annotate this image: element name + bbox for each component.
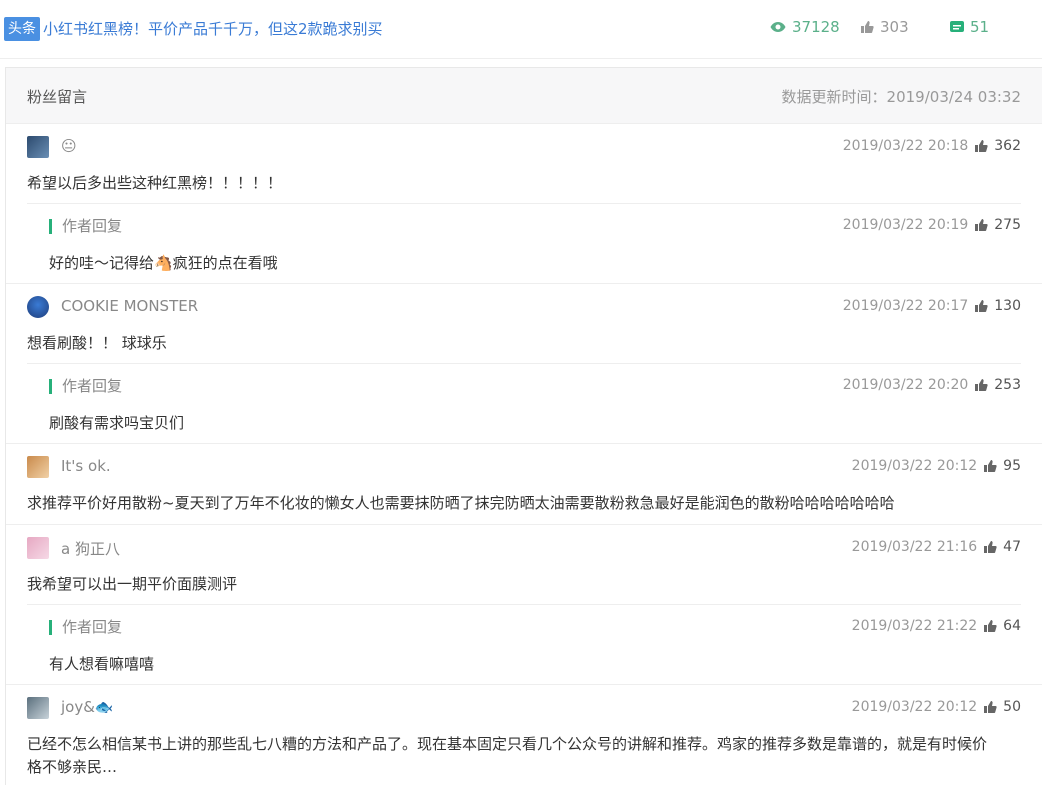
comment-item: 😐 2019/03/22 20:18 362 希望以后多出些这种红黑榜！！！！！… <box>6 124 1042 284</box>
comment-text: 已经不怎么相信某书上讲的那些乱七八糟的方法和产品了。现在基本固定只看几个公众号的… <box>27 735 988 753</box>
eye-icon <box>770 22 786 32</box>
reply-text: 有人想看嘛嘻嘻 <box>49 655 155 673</box>
update-time: 数据更新时间：2019/03/24 03:32 <box>781 88 1021 106</box>
thumbs-up-icon[interactable] <box>974 218 988 232</box>
avatar[interactable] <box>27 697 49 719</box>
comment-time: 2019/03/22 20:12 <box>851 699 978 715</box>
comment-text: 求推荐平价好用散粉~夏天到了万年不化妆的懒女人也需要抹防晒了抹完防晒太油需要散粉… <box>27 494 895 512</box>
comment-text: 想看刷酸！！ 球球乐 <box>27 334 167 352</box>
reply-meta: 2019/03/22 21:22 64 <box>852 618 1021 634</box>
likes-count: 303 <box>880 18 909 36</box>
comment-text: 希望以后多出些这种红黑榜！！！！！ <box>27 174 283 192</box>
comment-item: joy&🐟 2019/03/22 20:12 50 已经不怎么相信某书上讲的那些… <box>6 685 1042 785</box>
thumbs-up-icon[interactable] <box>983 700 997 714</box>
article-bar: 头条 小红书红黑榜！平价产品千千万，但这2款跪求别买 37128 303 51 <box>0 0 1042 59</box>
reply-time: 2019/03/22 20:19 <box>842 217 969 233</box>
comment-meta: 2019/03/22 20:12 95 <box>852 458 1021 474</box>
panel-title: 粉丝留言 <box>27 88 88 106</box>
comment-time: 2019/03/22 20:18 <box>842 138 969 154</box>
article-title[interactable]: 小红书红黑榜！平价产品千千万，但这2款跪求别买 <box>43 18 383 39</box>
comment-meta: 2019/03/22 20:12 50 <box>852 699 1021 715</box>
reply-label: 作者回复 <box>49 219 122 234</box>
avatar[interactable] <box>27 296 49 318</box>
comment-item: It's ok. 2019/03/22 20:12 95 求推荐平价好用散粉~夏… <box>6 444 1042 525</box>
reply-text: 好的哇～记得给🐴疯狂的点在看哦 <box>49 254 278 272</box>
reply-label: 作者回复 <box>49 620 122 635</box>
comment-likes: 130 <box>994 298 1021 314</box>
comment-username[interactable]: joy&🐟 <box>61 698 114 716</box>
comment-time: 2019/03/22 21:16 <box>851 539 978 555</box>
views-count: 37128 <box>792 18 840 36</box>
comment-time: 2019/03/22 20:17 <box>842 298 969 314</box>
comment-meta: 2019/03/22 20:18 362 <box>843 138 1021 154</box>
comment-text: 我希望可以出一期平价面膜测评 <box>27 575 238 593</box>
thumbs-up-icon[interactable] <box>983 540 997 554</box>
headline-tag: 头条 <box>4 17 40 41</box>
comment-item: a 狗正八 2019/03/22 21:16 47 我希望可以出一期平价面膜测评… <box>6 525 1042 685</box>
avatar[interactable] <box>27 456 49 478</box>
thumbs-up-icon[interactable] <box>983 459 997 473</box>
comments-panel: 粉丝留言 数据更新时间：2019/03/24 03:32 😐 2019/03/2… <box>5 67 1042 785</box>
thumbs-up-icon[interactable] <box>974 378 988 392</box>
thumbs-up-icon[interactable] <box>974 299 988 313</box>
reply-meta: 2019/03/22 20:19 275 <box>843 217 1021 233</box>
reply-likes: 64 <box>1003 618 1021 634</box>
author-reply: 作者回复 2019/03/22 21:22 64 有人想看嘛嘻嘻 <box>27 604 1021 685</box>
reply-likes: 275 <box>994 217 1021 233</box>
comment-meta: 2019/03/22 21:16 47 <box>852 539 1021 555</box>
comment-likes: 95 <box>1003 458 1021 474</box>
thumbs-up-icon[interactable] <box>983 619 997 633</box>
comment-likes: 47 <box>1003 539 1021 555</box>
thumbs-up-icon <box>861 21 874 33</box>
thumbs-up-icon[interactable] <box>974 139 988 153</box>
reply-likes: 253 <box>994 377 1021 393</box>
likes-stat: 303 <box>860 18 909 36</box>
comment-username[interactable]: 😐 <box>61 137 77 155</box>
author-reply: 作者回复 2019/03/22 20:20 253 刷酸有需求吗宝贝们 <box>27 363 1021 444</box>
comments-stat: 51 <box>950 18 989 36</box>
comment-time: 2019/03/22 20:12 <box>851 458 978 474</box>
comment-item: COOKIE MONSTER 2019/03/22 20:17 130 想看刷酸… <box>6 284 1042 444</box>
reply-time: 2019/03/22 21:22 <box>851 618 978 634</box>
reply-meta: 2019/03/22 20:20 253 <box>843 377 1021 393</box>
comment-likes: 50 <box>1003 699 1021 715</box>
comment-username[interactable]: COOKIE MONSTER <box>61 297 198 315</box>
comment-meta: 2019/03/22 20:17 130 <box>843 298 1021 314</box>
comment-icon <box>950 21 964 32</box>
avatar[interactable] <box>27 136 49 158</box>
comment-username[interactable]: It's ok. <box>61 457 111 475</box>
reply-label: 作者回复 <box>49 379 122 394</box>
author-reply: 作者回复 2019/03/22 20:19 275 好的哇～记得给🐴疯狂的点在看… <box>27 203 1021 284</box>
panel-header: 粉丝留言 数据更新时间：2019/03/24 03:32 <box>6 68 1042 124</box>
comment-username[interactable]: a 狗正八 <box>61 538 120 559</box>
avatar[interactable] <box>27 537 49 559</box>
comment-text-continued: 格不够亲民… <box>27 758 118 776</box>
views-stat: 37128 <box>770 18 840 36</box>
reply-text: 刷酸有需求吗宝贝们 <box>49 414 185 432</box>
reply-time: 2019/03/22 20:20 <box>842 377 969 393</box>
comment-likes: 362 <box>994 138 1021 154</box>
comments-count: 51 <box>970 18 990 36</box>
